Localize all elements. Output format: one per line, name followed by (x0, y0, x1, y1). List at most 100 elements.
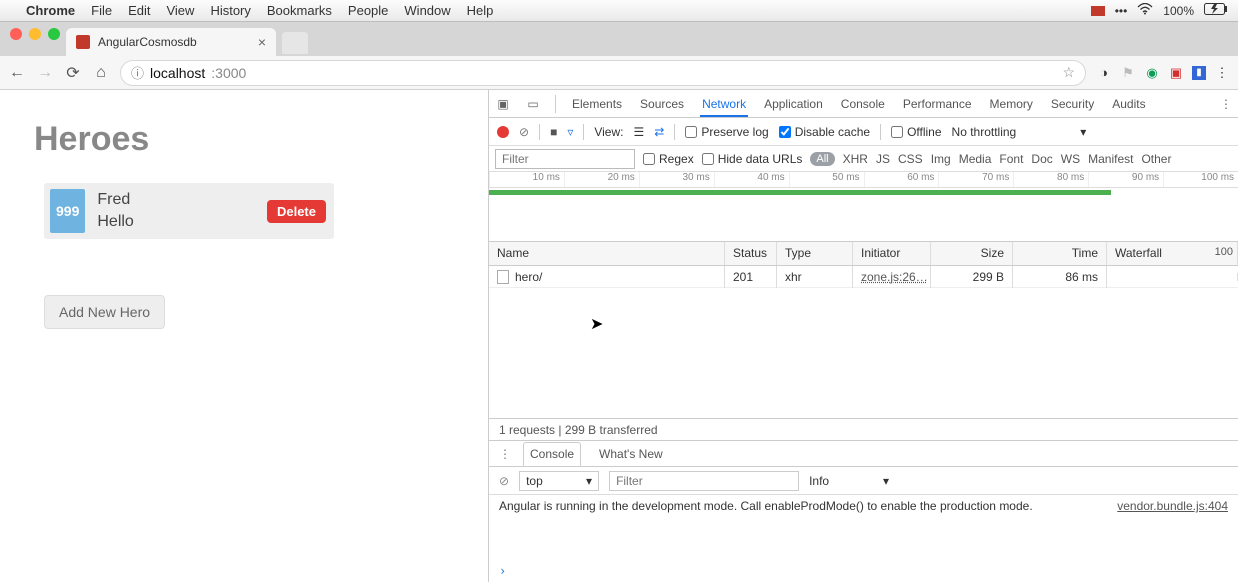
filter-doc[interactable]: Doc (1031, 152, 1052, 166)
hero-id-badge: 999 (50, 189, 85, 233)
filter-media[interactable]: Media (959, 152, 992, 166)
preserve-log-checkbox[interactable]: Preserve log (685, 125, 768, 139)
extension-icon[interactable]: ▣ (1168, 65, 1184, 81)
console-clear-icon[interactable]: ⊘ (499, 474, 509, 488)
drawer-tabs: ⋮ Console What's New (489, 441, 1238, 467)
tab-memory[interactable]: Memory (988, 91, 1035, 117)
menu-view[interactable]: View (166, 3, 194, 18)
menu-app[interactable]: Chrome (26, 3, 75, 18)
menu-people[interactable]: People (348, 3, 388, 18)
window-close-button[interactable] (10, 28, 22, 40)
offline-checkbox[interactable]: Offline (891, 125, 941, 139)
tab-close-icon[interactable]: × (258, 34, 266, 50)
filter-ws[interactable]: WS (1061, 152, 1080, 166)
timeline-tick: 60 ms (864, 172, 939, 187)
browser-tab[interactable]: AngularCosmosdb × (66, 28, 276, 56)
tab-console[interactable]: Console (839, 91, 887, 117)
col-time[interactable]: Time (1013, 242, 1107, 265)
chrome-menu-icon[interactable]: ⋮ (1214, 65, 1230, 81)
home-button[interactable]: ⌂ (92, 64, 110, 82)
drawer-tab-console[interactable]: Console (523, 442, 581, 466)
timeline-tick: 40 ms (714, 172, 789, 187)
col-status[interactable]: Status (725, 242, 777, 265)
menu-bookmarks[interactable]: Bookmarks (267, 3, 332, 18)
hide-data-urls-checkbox[interactable]: Hide data URLs (702, 152, 803, 166)
filter-all[interactable]: All (810, 152, 834, 166)
console-context-select[interactable]: top▾ (519, 471, 599, 491)
menubar-dots-icon[interactable]: ••• (1115, 4, 1128, 18)
devtools-menu-icon[interactable]: ⋮ (1220, 97, 1232, 111)
reload-button[interactable]: ⟳ (64, 63, 82, 83)
col-initiator[interactable]: Initiator (853, 242, 931, 265)
network-timeline[interactable]: 10 ms 20 ms 30 ms 40 ms 50 ms 60 ms 70 m… (489, 172, 1238, 242)
extension-icon[interactable]: ▮ (1192, 66, 1206, 80)
menu-file[interactable]: File (91, 3, 112, 18)
tab-sources[interactable]: Sources (638, 91, 686, 117)
request-time: 86 ms (1013, 266, 1107, 288)
drawer-menu-icon[interactable]: ⋮ (499, 447, 511, 461)
tab-audits[interactable]: Audits (1110, 91, 1147, 117)
device-toggle-icon[interactable]: ▭ (525, 97, 541, 111)
battery-icon (1204, 3, 1228, 18)
console-filter-input[interactable] (609, 471, 799, 491)
clear-button[interactable]: ⊘ (519, 125, 529, 139)
console-level-select[interactable]: Info▾ (809, 474, 889, 488)
request-type: xhr (777, 266, 853, 288)
console-source-link[interactable]: vendor.bundle.js:404 (1117, 499, 1228, 513)
tab-network[interactable]: Network (700, 91, 748, 117)
regex-checkbox[interactable]: Regex (643, 152, 694, 166)
tab-security[interactable]: Security (1049, 91, 1096, 117)
delete-button[interactable]: Delete (267, 200, 326, 223)
filter-css[interactable]: CSS (898, 152, 923, 166)
record-button[interactable] (497, 126, 509, 138)
request-size: 299 B (931, 266, 1013, 288)
tab-application[interactable]: Application (762, 91, 825, 117)
console-prompt[interactable]: › (489, 564, 1238, 582)
request-status: 201 (725, 266, 777, 288)
filter-js[interactable]: JS (876, 152, 890, 166)
site-info-icon[interactable]: ⓘ (131, 63, 144, 82)
filter-manifest[interactable]: Manifest (1088, 152, 1133, 166)
tab-performance[interactable]: Performance (901, 91, 974, 117)
screenshot-icon[interactable]: ■ (550, 125, 557, 139)
col-name[interactable]: Name (489, 242, 725, 265)
request-initiator[interactable]: zone.js:26… (861, 270, 928, 284)
wifi-icon[interactable] (1137, 3, 1153, 18)
menu-history[interactable]: History (210, 3, 250, 18)
table-row[interactable]: hero/ 201 xhr zone.js:26… 299 B 86 ms (489, 266, 1238, 288)
filter-toggle-icon[interactable]: ▿ (567, 125, 573, 139)
col-size[interactable]: Size (931, 242, 1013, 265)
col-type[interactable]: Type (777, 242, 853, 265)
inspect-icon[interactable]: ▣ (495, 97, 511, 111)
drawer-tab-whatsnew[interactable]: What's New (593, 443, 669, 465)
timeline-tick: 90 ms (1088, 172, 1163, 187)
tab-elements[interactable]: Elements (570, 91, 624, 117)
add-hero-button[interactable]: Add New Hero (44, 295, 165, 329)
disable-cache-checkbox[interactable]: Disable cache (779, 125, 870, 139)
window-minimize-button[interactable] (29, 28, 41, 40)
window-zoom-button[interactable] (48, 28, 60, 40)
address-bar[interactable]: ⓘ localhost:3000 ☆ (120, 60, 1086, 86)
large-rows-icon[interactable]: ☰ (633, 125, 644, 139)
new-tab-button[interactable] (282, 32, 308, 54)
network-status-bar: 1 requests | 299 B transferred (489, 419, 1238, 441)
extension-icon[interactable]: ◉ (1144, 65, 1160, 81)
throttling-select[interactable]: No throttling ▾ (952, 125, 1087, 139)
menu-help[interactable]: Help (467, 3, 494, 18)
back-button[interactable]: ← (8, 64, 26, 82)
filter-xhr[interactable]: XHR (843, 152, 868, 166)
hero-card[interactable]: 999 Fred Hello Delete (44, 183, 334, 239)
extension-icon[interactable]: ◑ (1096, 65, 1112, 81)
menu-window[interactable]: Window (404, 3, 450, 18)
filter-img[interactable]: Img (931, 152, 951, 166)
overview-icon[interactable]: ⇄ (654, 125, 664, 139)
forward-button[interactable]: → (36, 64, 54, 82)
extension-icon[interactable]: ⚑ (1120, 65, 1136, 81)
filter-input[interactable] (495, 149, 635, 169)
bookmark-star-icon[interactable]: ☆ (1062, 64, 1075, 81)
filter-other[interactable]: Other (1141, 152, 1171, 166)
filter-font[interactable]: Font (999, 152, 1023, 166)
col-waterfall[interactable]: Waterfall100 (1107, 242, 1238, 265)
url-host: localhost (150, 65, 205, 81)
menu-edit[interactable]: Edit (128, 3, 150, 18)
